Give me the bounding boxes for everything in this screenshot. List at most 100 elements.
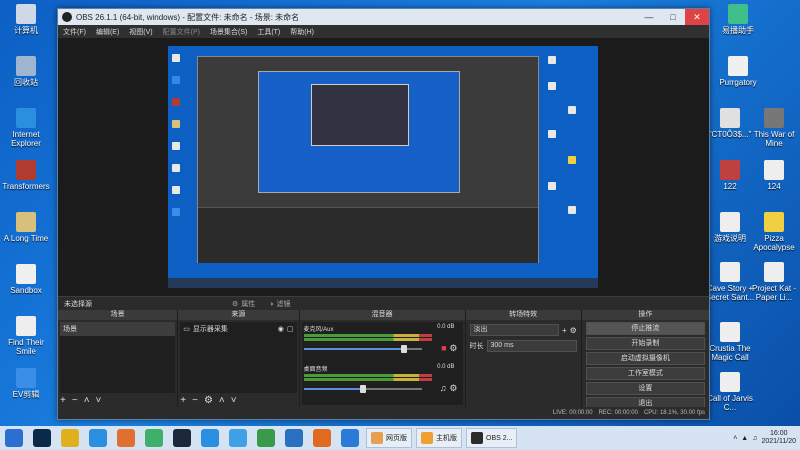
k-app-icon[interactable] [201,429,219,447]
start-recording-button[interactable]: 开始录制 [585,337,705,350]
scene-item[interactable]: 场景 [60,322,176,336]
desktop-icon-right-7[interactable]: Pizza Apocalypse [748,212,800,252]
menu-tools[interactable]: 工具(T) [252,27,285,37]
filters-button[interactable]: ◑ 滤镜 [269,299,290,309]
chrome-icon[interactable] [61,429,79,447]
duration-row: 时长 300 ms [470,340,577,352]
menu-edit[interactable]: 编辑(E) [91,27,124,37]
gear-icon[interactable]: ⚙ [204,395,213,406]
nested-panels [198,207,538,263]
desktop-icon-left-3[interactable]: Transformers [0,160,52,191]
down-icon[interactable]: ˅ [96,395,102,406]
menu-file[interactable]: 文件(F) [58,27,91,37]
remove-icon[interactable]: − [72,395,78,406]
canvas-desktop-icon [568,206,576,214]
canvas-desktop-icon [172,120,180,128]
gear-icon[interactable]: ⚙ [449,343,457,354]
green-app-icon[interactable] [145,429,163,447]
sources-title: 来源 [178,310,299,320]
up-icon[interactable]: ˄ [219,395,225,406]
menu-profile[interactable]: 配置文件(P) [158,27,205,37]
volume-slider[interactable] [303,345,422,353]
canvas-desktop-icon [172,164,180,172]
desktop-shortcut-icon [16,108,36,128]
speaker-muted-icon[interactable]: ■ [441,343,446,353]
desktop-icon-right-1[interactable]: Purrgatory [712,56,764,87]
desktop-icon-left-7[interactable]: EV剪辑 [0,368,52,399]
steam-icon[interactable] [173,429,191,447]
taskbar-task[interactable]: 网页版 [366,428,412,448]
firefox-icon[interactable] [313,429,331,447]
slider-knob[interactable] [400,345,407,353]
maximize-button[interactable]: □ [661,9,685,25]
up-icon[interactable]: ˄ [84,395,90,406]
desktop-icon-right-0[interactable]: 易播助手 [712,4,764,35]
desktop-icon-left-6[interactable]: Find Their Smile [0,316,52,356]
tray-up-icon[interactable]: ˄ [733,435,737,442]
desktop-icon-left-0[interactable]: 计算机 [0,4,52,35]
desktop-shortcut-icon [16,316,36,336]
volume-slider[interactable] [303,385,422,393]
source-item[interactable]: ▭ 显示器采集 ◉ ▢ [180,322,296,336]
start-virtual-camera-button[interactable]: 启动虚拟摄像机 [585,352,705,365]
bird-icon[interactable] [341,429,359,447]
cloud-icon[interactable] [229,429,247,447]
slider-knob[interactable] [359,385,366,393]
studio-mode-button[interactable]: 工作室模式 [585,367,705,380]
game-icon[interactable] [257,429,275,447]
desktop-icon-left-4[interactable]: A Long Time [0,212,52,243]
gear-icon[interactable]: ⚙ [449,383,457,394]
desktop-icon-label: 易播助手 [722,26,754,35]
desktop-icon-right-11[interactable]: Call of Jarvis C... [704,372,756,412]
menu-view[interactable]: 视图(V) [124,27,157,37]
grid-app-icon[interactable] [285,429,303,447]
desktop-icon-right-10[interactable]: Crustia The Magic Call [704,322,756,362]
settings-button[interactable]: 设置 [585,382,705,395]
desktop-shortcut-icon [728,56,748,76]
desktop-icon-label: Project Kat - Paper Li... [751,284,796,302]
desktop-icon-left-1[interactable]: 回收站 [0,56,52,87]
desktop-icon-right-3[interactable]: This War of Mine [748,108,800,148]
nested-inner-preview [311,84,409,146]
filters-label: 滤镜 [276,301,291,308]
app-icon[interactable] [117,429,135,447]
task-label: 网页版 [386,435,407,442]
obs-window: OBS 26.1.1 (64-bit, windows) - 配置文件: 未命名… [57,8,710,420]
stop-streaming-button[interactable]: 停止推流 [585,322,705,335]
start-icon[interactable] [5,429,23,447]
desktop-icon-right-9[interactable]: Project Kat - Paper Li... [748,262,800,302]
menu-scene-collection[interactable]: 场景集合(S) [205,27,252,37]
desktop-icon-left-5[interactable]: Sandbox [0,264,52,295]
desktop-shortcut-icon [16,56,36,76]
gear-icon[interactable]: ⚙ [570,326,577,335]
speaker-icon[interactable]: ♫ [440,383,447,393]
duration-field[interactable]: 300 ms [486,340,577,352]
nested-obs-preview [197,56,539,263]
remove-icon[interactable]: − [192,395,198,406]
eye-icon[interactable]: ◉ [278,325,284,333]
lock-icon[interactable]: ▢ [287,325,294,333]
close-button[interactable]: ✕ [685,9,709,25]
taskbar-task[interactable]: OBS 2... [466,428,518,448]
desktop-icon-label: 124 [767,182,781,191]
add-icon[interactable]: + [562,326,567,335]
minimize-button[interactable]: — [637,9,661,25]
taskbar-task[interactable]: 主机版 [416,428,462,448]
channel-db: 0.0 dB [437,324,455,330]
desktop-icon-right-5[interactable]: 124 [748,160,800,191]
menu-help[interactable]: 帮助(H) [285,27,319,37]
tray-volume-icon[interactable]: ♫ [752,435,757,442]
add-icon[interactable]: + [60,395,66,406]
clock[interactable]: 16:00 2021/11/20 [761,430,796,446]
ie-icon[interactable] [89,429,107,447]
preview-canvas[interactable] [168,46,598,288]
photoshop-icon[interactable] [33,429,51,447]
desktop-icon-left-2[interactable]: Internet Explorer [0,108,52,148]
add-icon[interactable]: + [180,395,186,406]
properties-button[interactable]: ⚙ 属性 [232,299,255,309]
tray-network-icon[interactable]: ▲ [741,435,748,442]
down-icon[interactable]: ˅ [231,395,237,406]
transition-select[interactable]: 淡出 [469,324,559,336]
task-label: 主机版 [436,435,457,442]
system-tray: ˄ ▲ ♫ 16:00 2021/11/20 [733,430,800,446]
